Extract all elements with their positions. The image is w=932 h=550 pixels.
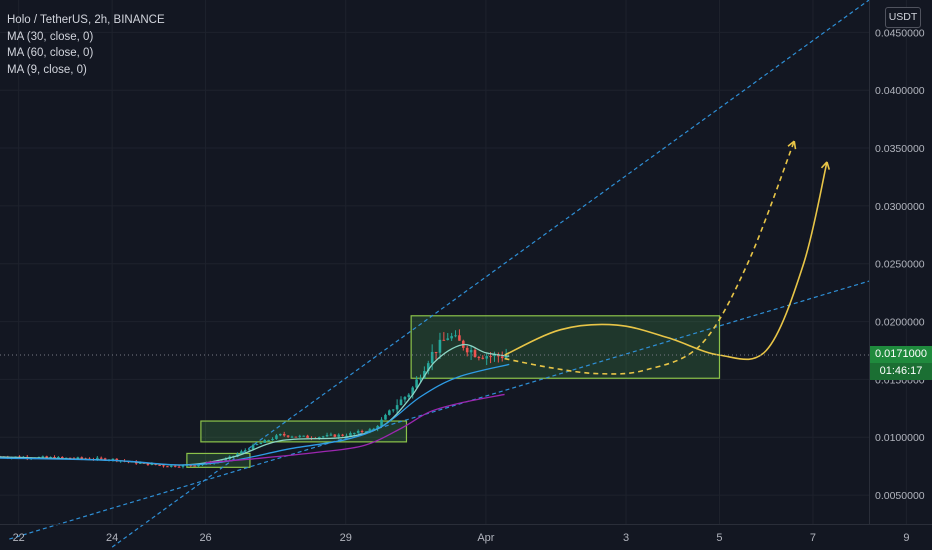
candle-body-84 (325, 434, 329, 437)
candle-body-112 (434, 351, 438, 353)
x-tick-label-4: Apr (477, 532, 494, 544)
candle-body-122 (473, 350, 477, 358)
candle-body-50 (193, 465, 196, 467)
candle-body-79 (306, 435, 309, 438)
candle-body-126 (489, 356, 492, 358)
candle-body-120 (465, 347, 469, 353)
candle-body-42 (162, 465, 165, 467)
candle-body-64 (247, 449, 251, 451)
y-tick-label-5: 0.0300000 (875, 201, 925, 213)
chart-legend: Holo / TetherUS, 2h, BINANCE MA (30, clo… (7, 12, 165, 78)
candle-body-101 (391, 409, 395, 411)
y-tick-label-4: 0.0250000 (875, 259, 925, 271)
candle-body-98 (380, 419, 383, 426)
bar-countdown-label: 01:46:17 (870, 363, 932, 380)
symbol-title[interactable]: Holo / TetherUS, 2h, BINANCE (7, 12, 165, 29)
candle-body-11 (41, 456, 45, 458)
x-tick-label-5: 3 (623, 532, 629, 544)
currency-button[interactable]: USDT (885, 7, 921, 28)
candle-body-118 (458, 335, 461, 341)
candle-body-90 (349, 433, 352, 436)
candle-body-25 (96, 457, 99, 460)
candle-body-41 (158, 464, 161, 466)
candle-body-108 (419, 378, 422, 380)
candle-body-66 (255, 444, 259, 446)
candle-body-75 (290, 436, 294, 438)
x-tick-label-7: 7 (810, 532, 816, 544)
y-tick-label-1: 0.0100000 (875, 432, 925, 444)
candle-body-76 (294, 436, 298, 438)
x-tick-label-1: 24 (106, 532, 118, 544)
candle-body-113 (438, 339, 442, 353)
current-price-label: 0.0171000 (870, 346, 932, 363)
candle-body-85 (329, 434, 333, 436)
zone-2 (410, 315, 721, 379)
x-tick-label-3: 29 (340, 532, 352, 544)
candle-body-117 (454, 335, 457, 337)
candle-body-63 (243, 450, 247, 452)
candle-body-86 (333, 434, 337, 437)
candle-body-100 (388, 410, 391, 415)
candle-body-46 (177, 466, 181, 468)
price-chart[interactable]: 0.00500000.01000000.01500000.02000000.02… (0, 0, 932, 550)
candle-body-72 (279, 433, 282, 436)
candle-body-88 (341, 434, 344, 436)
candle-body-83 (321, 436, 325, 438)
candle-body-116 (450, 336, 453, 339)
y-tick-label-3: 0.0200000 (875, 317, 925, 329)
candle-body-87 (337, 434, 341, 437)
candle-body-78 (302, 435, 305, 437)
candle-body-29 (111, 458, 115, 460)
candle-body-45 (173, 465, 177, 467)
candle-body-62 (240, 451, 243, 454)
candle-body-115 (446, 338, 450, 340)
candle-body-124 (481, 357, 485, 359)
y-tick-label-8: 0.0450000 (875, 27, 925, 39)
y-tick-label-0: 0.0050000 (875, 490, 925, 502)
candle-body-77 (298, 435, 302, 437)
y-tick-label-7: 0.0400000 (875, 85, 925, 97)
candle-body-20 (76, 457, 80, 459)
indicator-ma60[interactable]: MA (60, close, 0) (7, 45, 165, 62)
candle-body-103 (399, 399, 403, 406)
candle-body-16 (60, 456, 64, 458)
x-tick-label-2: 26 (199, 532, 211, 544)
candle-body-71 (275, 435, 278, 439)
candle-body-26 (99, 457, 103, 459)
candle-body-69 (267, 440, 270, 442)
candle-body-51 (197, 465, 200, 467)
y-tick-label-6: 0.0350000 (875, 143, 925, 155)
indicator-ma30[interactable]: MA (30, close, 0) (7, 29, 165, 46)
candle-body-102 (395, 405, 399, 410)
candle-body-67 (259, 442, 263, 445)
chart-background (0, 0, 932, 550)
candle-body-73 (282, 433, 286, 436)
indicator-ma9[interactable]: MA (9, close, 0) (7, 62, 165, 79)
candle-body-129 (500, 356, 504, 359)
candle-body-111 (430, 351, 434, 364)
candle-body-93 (360, 430, 364, 433)
x-tick-label-6: 5 (716, 532, 722, 544)
candle-body-99 (384, 414, 387, 420)
candle-body-121 (469, 350, 473, 353)
candle-body-91 (352, 432, 356, 434)
candle-body-65 (251, 444, 255, 450)
candle-body-114 (442, 339, 446, 341)
x-tick-label-8: 9 (903, 532, 909, 544)
candle-body-12 (45, 456, 49, 458)
candle-body-70 (271, 438, 274, 441)
candle-body-125 (485, 356, 488, 359)
candle-body-104 (403, 397, 407, 400)
candle-body-68 (263, 440, 267, 443)
candle-body-21 (80, 457, 84, 459)
candle-body-123 (477, 357, 481, 359)
candle-body-105 (407, 394, 411, 398)
candle-body-44 (170, 465, 173, 467)
candle-body-92 (356, 430, 360, 433)
x-tick-label-0: 22 (13, 532, 25, 544)
candle-body-74 (286, 435, 290, 437)
candle-body-43 (166, 466, 169, 468)
